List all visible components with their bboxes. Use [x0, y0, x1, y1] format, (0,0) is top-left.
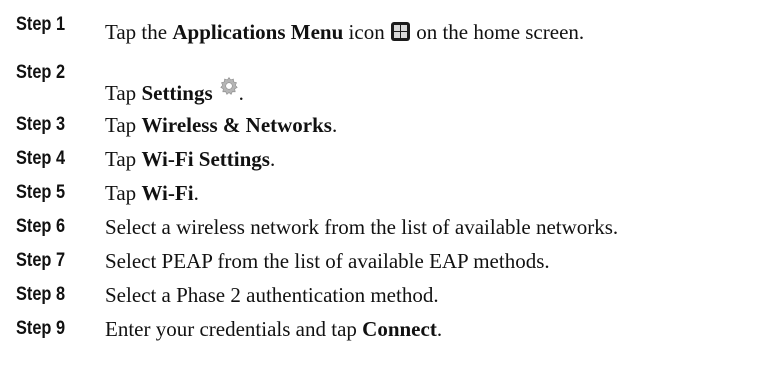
settings-gear-icon — [219, 76, 239, 96]
step-text: Tap Settings. — [105, 76, 244, 106]
step-text: Tap Wi-Fi Settings. — [105, 147, 276, 171]
step-9: Step 9 Enter your credentials and tap Co… — [0, 314, 760, 348]
step-2: Step 2 Tap Settings. — [0, 56, 760, 105]
step-6: Step 6 Select a wireless network from th… — [0, 212, 760, 246]
step-5: Step 5 Tap Wi-Fi. — [0, 178, 760, 212]
step-label: Step 7 — [16, 250, 66, 271]
step-label: Step 1 — [16, 14, 66, 35]
step-label: Step 8 — [16, 284, 66, 305]
step-text: Select a Phase 2 authentication method. — [105, 283, 439, 307]
step-8: Step 8 Select a Phase 2 authentication m… — [0, 280, 760, 314]
step-7: Step 7 Select PEAP from the list of avai… — [0, 246, 760, 280]
step-text: Enter your credentials and tap Connect. — [105, 317, 443, 341]
step-label: Step 9 — [16, 318, 66, 339]
step-4: Step 4 Tap Wi-Fi Settings. — [0, 144, 760, 178]
step-label: Step 6 — [16, 216, 66, 237]
step-label: Step 4 — [16, 148, 66, 169]
applications-menu-icon — [390, 22, 410, 41]
step-text: Select a wireless network from the list … — [105, 215, 619, 239]
step-1: Step 1 Tap the Applications Menu icon on… — [0, 10, 760, 44]
step-text: Tap Wireless & Networks. — [105, 113, 338, 137]
step-label: Step 5 — [16, 182, 66, 203]
step-label: Step 2 — [16, 62, 66, 83]
step-3: Step 3 Tap Wireless & Networks. — [0, 110, 760, 144]
step-text: Select PEAP from the list of available E… — [105, 249, 550, 273]
step-label: Step 3 — [16, 114, 66, 135]
step-text: Tap the Applications Menu icon on the ho… — [105, 20, 585, 44]
step-text: Tap Wi-Fi. — [105, 181, 199, 205]
